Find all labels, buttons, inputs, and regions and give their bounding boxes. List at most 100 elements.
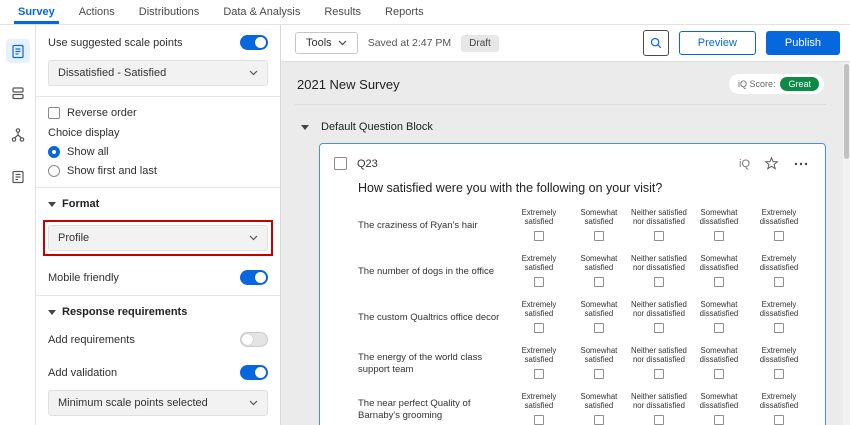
answer-checkbox[interactable]	[654, 415, 664, 425]
format-section-header[interactable]: Format	[48, 198, 268, 210]
scale-points-dropdown[interactable]: Dissatisfied - Satisfied	[48, 60, 268, 86]
reverse-order-label: Reverse order	[67, 107, 137, 119]
answer-checkbox[interactable]	[774, 277, 784, 287]
scale-cell: Somewhat dissatisfied	[689, 298, 749, 338]
tab-data-analysis[interactable]: Data & Analysis	[211, 0, 312, 24]
scale-cell: Extremely satisfied	[509, 390, 569, 425]
scale-cell: Neither satisfied nor dissatisfied	[629, 298, 689, 338]
tab-survey[interactable]: Survey	[6, 0, 67, 24]
answer-checkbox[interactable]	[594, 231, 604, 241]
scale-cell: Somewhat satisfied	[569, 252, 629, 292]
scale-option-label: Neither satisfied nor dissatisfied	[629, 298, 689, 317]
publish-button[interactable]: Publish	[766, 31, 840, 55]
response-requirements-header[interactable]: Response requirements	[48, 306, 268, 318]
answer-checkbox[interactable]	[534, 323, 544, 333]
add-requirements-toggle[interactable]	[240, 332, 268, 347]
scale-option-label: Somewhat dissatisfied	[689, 206, 749, 225]
answer-checkbox[interactable]	[594, 369, 604, 379]
blocks-icon[interactable]	[6, 81, 30, 105]
question-settings-panel: Use suggested scale points Dissatisfied …	[36, 25, 281, 425]
scale-cell: Neither satisfied nor dissatisfied	[629, 206, 689, 246]
vertical-scrollbar[interactable]	[843, 62, 850, 425]
scale-option-label: Somewhat satisfied	[569, 344, 629, 363]
tools-button[interactable]: Tools	[295, 32, 358, 54]
reverse-order-checkbox[interactable]	[48, 107, 60, 119]
answer-checkbox[interactable]	[654, 323, 664, 333]
saved-status: Saved at 2:47 PM	[368, 37, 451, 49]
answer-checkbox[interactable]	[594, 323, 604, 333]
answer-checkbox[interactable]	[774, 323, 784, 333]
matrix-row: The custom Qualtrics office decorExtreme…	[358, 295, 809, 341]
show-all-radio[interactable]	[48, 146, 60, 158]
preview-button[interactable]: Preview	[679, 31, 756, 55]
scale-option-label: Somewhat dissatisfied	[689, 252, 749, 271]
scrollbar-thumb[interactable]	[844, 64, 849, 159]
answer-checkbox[interactable]	[714, 415, 724, 425]
more-options-icon[interactable]	[793, 157, 809, 171]
iq-score-value: Great	[780, 77, 819, 91]
survey-toolbar: Tools Saved at 2:47 PM Draft Preview Pub…	[281, 25, 850, 62]
add-validation-toggle[interactable]	[240, 365, 268, 380]
matrix-row: The near perfect Quality of Barnaby's gr…	[358, 387, 809, 425]
question-card[interactable]: Q23 iQ How satisfied were you with the f…	[319, 143, 826, 425]
question-block-header[interactable]: Default Question Block	[301, 121, 832, 133]
answer-checkbox[interactable]	[534, 277, 544, 287]
answer-checkbox[interactable]	[534, 231, 544, 241]
scale-cell: Extremely dissatisfied	[749, 206, 809, 246]
scale-cell: Neither satisfied nor dissatisfied	[629, 390, 689, 425]
answer-checkbox[interactable]	[534, 369, 544, 379]
answer-checkbox[interactable]	[594, 415, 604, 425]
answer-checkbox[interactable]	[534, 415, 544, 425]
survey-builder-icon[interactable]	[6, 39, 30, 63]
search-button[interactable]	[643, 30, 669, 56]
format-dropdown[interactable]: Profile	[48, 225, 268, 251]
question-select-checkbox[interactable]	[334, 157, 347, 170]
tools-label: Tools	[306, 37, 332, 49]
scale-cell: Somewhat dissatisfied	[689, 344, 749, 384]
scale-option-label: Extremely satisfied	[509, 252, 569, 271]
tab-actions[interactable]: Actions	[67, 0, 127, 24]
tab-reports[interactable]: Reports	[373, 0, 436, 24]
answer-checkbox[interactable]	[714, 323, 724, 333]
star-icon[interactable]	[764, 156, 779, 171]
scale-cell: Neither satisfied nor dissatisfied	[629, 252, 689, 292]
tab-results[interactable]: Results	[312, 0, 373, 24]
answer-checkbox[interactable]	[774, 231, 784, 241]
show-first-last-radio[interactable]	[48, 165, 60, 177]
iq-score-label: iQ Score:	[738, 79, 776, 89]
survey-flow-icon[interactable]	[6, 123, 30, 147]
tab-distributions[interactable]: Distributions	[127, 0, 212, 24]
scale-cell: Extremely dissatisfied	[749, 390, 809, 425]
answer-checkbox[interactable]	[654, 231, 664, 241]
answer-checkbox[interactable]	[774, 415, 784, 425]
chevron-down-icon	[338, 40, 347, 46]
matrix-row: The number of dogs in the officeExtremel…	[358, 249, 809, 295]
answer-checkbox[interactable]	[654, 277, 664, 287]
response-requirements-title: Response requirements	[62, 306, 187, 318]
answer-checkbox[interactable]	[714, 231, 724, 241]
survey-options-icon[interactable]	[6, 165, 30, 189]
add-requirements-label: Add requirements	[48, 334, 135, 346]
show-all-label: Show all	[67, 146, 109, 158]
mobile-friendly-toggle[interactable]	[240, 270, 268, 285]
scale-points-value: Dissatisfied - Satisfied	[58, 67, 166, 79]
scale-cell: Extremely dissatisfied	[749, 252, 809, 292]
answer-checkbox[interactable]	[774, 369, 784, 379]
answer-checkbox[interactable]	[654, 369, 664, 379]
iq-assistant-label[interactable]: iQ	[739, 158, 750, 170]
chevron-down-icon	[249, 70, 258, 76]
answer-checkbox[interactable]	[714, 369, 724, 379]
scale-option-label: Neither satisfied nor dissatisfied	[629, 252, 689, 271]
scale-cell: Somewhat satisfied	[569, 206, 629, 246]
scale-option-label: Somewhat dissatisfied	[689, 344, 749, 363]
answer-checkbox[interactable]	[714, 277, 724, 287]
main-area: Tools Saved at 2:47 PM Draft Preview Pub…	[281, 25, 850, 425]
scale-option-label: Extremely dissatisfied	[749, 298, 809, 317]
use-suggested-toggle[interactable]	[240, 35, 268, 50]
validation-type-dropdown[interactable]: Minimum scale points selected	[48, 390, 268, 416]
scale-cell: Somewhat dissatisfied	[689, 206, 749, 246]
scale-option-label: Extremely dissatisfied	[749, 206, 809, 225]
scale-option-label: Somewhat satisfied	[569, 298, 629, 317]
answer-checkbox[interactable]	[594, 277, 604, 287]
question-text[interactable]: How satisfied were you with the followin…	[358, 181, 809, 195]
